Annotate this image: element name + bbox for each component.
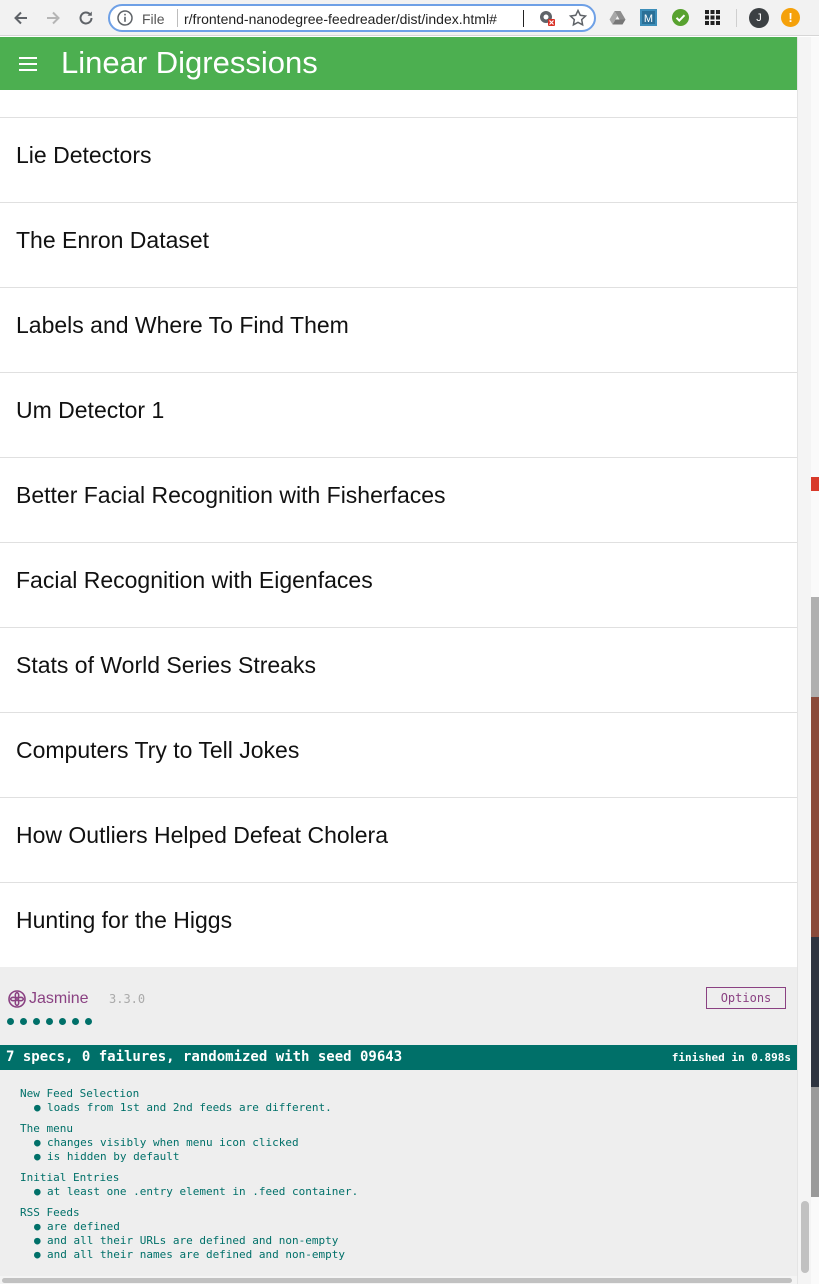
spec-item[interactable]: and all their names are defined and non-… bbox=[20, 1248, 780, 1262]
spec-item[interactable]: at least one .entry element in .feed con… bbox=[20, 1185, 780, 1199]
feed-entry[interactable]: Lie Detectors bbox=[0, 117, 797, 202]
check-extension-icon[interactable] bbox=[672, 9, 689, 26]
profile-avatar[interactable]: J bbox=[749, 8, 769, 28]
spec-label: and all their URLs are defined and non-e… bbox=[47, 1234, 339, 1247]
feed-entry[interactable]: Hunting for the Higgs bbox=[0, 882, 797, 967]
url-text[interactable]: r/frontend-nanodegree-feedreader/dist/in… bbox=[184, 11, 534, 27]
feed-entry[interactable]: Um Detector 1 bbox=[0, 372, 797, 457]
suite: RSS Feeds are defined and all their URLs… bbox=[20, 1206, 780, 1262]
menu-icon[interactable] bbox=[19, 57, 37, 71]
entry-title: Labels and Where To Find Them bbox=[16, 312, 349, 338]
jasmine-logo-text: Jasmine bbox=[29, 990, 89, 1007]
feed-entry[interactable]: Better Facial Recognition with Fisherfac… bbox=[0, 457, 797, 542]
spec-label: are defined bbox=[47, 1220, 120, 1233]
background-window bbox=[811, 37, 819, 1284]
spec-label: and all their names are defined and non-… bbox=[47, 1248, 346, 1261]
entry-title: Lie Detectors bbox=[16, 142, 152, 168]
hscroll-thumb[interactable] bbox=[2, 1278, 792, 1283]
apps-grid-icon[interactable] bbox=[704, 9, 721, 26]
address-bar[interactable]: File r/frontend-nanodegree-feedreader/di… bbox=[108, 4, 596, 32]
feed-entry[interactable]: How Outliers Helped Defeat Cholera bbox=[0, 797, 797, 882]
text-cursor bbox=[523, 10, 524, 27]
toolbar-divider bbox=[736, 9, 737, 27]
results-list: New Feed Selection loads from 1st and 2n… bbox=[20, 1087, 780, 1269]
spec-item[interactable]: is hidden by default bbox=[20, 1150, 780, 1164]
feed-entry[interactable]: The Enron Dataset bbox=[0, 202, 797, 287]
jasmine-version: 3.3.0 bbox=[109, 992, 146, 1006]
summary-bar: 7 specs, 0 failures, randomized with see… bbox=[0, 1045, 797, 1070]
suite: Initial Entries at least one .entry elem… bbox=[20, 1171, 780, 1199]
options-button[interactable]: Options bbox=[706, 987, 786, 1009]
spec-item[interactable]: loads from 1st and 2nd feeds are differe… bbox=[20, 1101, 780, 1115]
update-alert-icon[interactable]: ! bbox=[781, 8, 800, 27]
spec-item[interactable]: are defined bbox=[20, 1220, 780, 1234]
header-title: Linear Digressions bbox=[61, 45, 318, 80]
entry-title: Hunting for the Higgs bbox=[16, 907, 233, 933]
spec-item[interactable]: changes visibly when menu icon clicked bbox=[20, 1136, 780, 1150]
reload-icon[interactable] bbox=[75, 7, 97, 29]
entry-title: Um Detector 1 bbox=[16, 397, 165, 423]
spec-label: is hidden by default bbox=[47, 1150, 180, 1163]
app-header: Linear Digressions bbox=[0, 37, 797, 90]
spec-label: loads from 1st and 2nd feeds are differe… bbox=[47, 1101, 332, 1114]
passed-spec-dot[interactable] bbox=[46, 1018, 53, 1025]
passed-spec-dot[interactable] bbox=[7, 1018, 14, 1025]
suite-title[interactable]: Initial Entries bbox=[20, 1171, 780, 1185]
entry-title: Better Facial Recognition with Fisherfac… bbox=[16, 482, 446, 508]
spec-label: at least one .entry element in .feed con… bbox=[47, 1185, 359, 1198]
entry-title: How Outliers Helped Defeat Cholera bbox=[16, 822, 389, 848]
url-scheme-label: File bbox=[142, 11, 165, 27]
browser-toolbar: File r/frontend-nanodegree-feedreader/di… bbox=[0, 0, 819, 36]
background-block bbox=[811, 1087, 819, 1197]
jasmine-reporter: Jasmine 3.3.0 Options 7 specs, 0 failure… bbox=[0, 967, 797, 1284]
m-extension-icon[interactable]: M bbox=[640, 9, 657, 26]
suite-title[interactable]: New Feed Selection bbox=[20, 1087, 780, 1101]
background-block bbox=[811, 477, 819, 491]
scroll-thumb[interactable] bbox=[801, 1201, 809, 1273]
background-block bbox=[811, 937, 819, 1087]
entry-title: Stats of World Series Streaks bbox=[16, 652, 316, 678]
info-icon[interactable] bbox=[116, 9, 134, 27]
passed-spec-dot[interactable] bbox=[59, 1018, 66, 1025]
bookmark-star-icon[interactable] bbox=[568, 8, 588, 28]
passed-spec-dot[interactable] bbox=[33, 1018, 40, 1025]
drive-icon[interactable] bbox=[609, 9, 626, 26]
feed-entry[interactable]: Computers Try to Tell Jokes bbox=[0, 712, 797, 797]
translate-blocked-icon[interactable] bbox=[538, 9, 556, 27]
feed-container: Lie Detectors The Enron Dataset Labels a… bbox=[0, 90, 797, 967]
passed-spec-dot[interactable] bbox=[72, 1018, 79, 1025]
url-divider bbox=[177, 9, 178, 27]
background-block bbox=[811, 597, 819, 707]
background-block bbox=[811, 697, 819, 937]
suite-title[interactable]: The menu bbox=[20, 1122, 780, 1136]
entry-title: Facial Recognition with Eigenfaces bbox=[16, 567, 373, 593]
vertical-scrollbar[interactable] bbox=[797, 37, 811, 1284]
jasmine-flower-icon bbox=[8, 990, 26, 1008]
feed-entry[interactable]: Stats of World Series Streaks bbox=[0, 627, 797, 712]
suite-title[interactable]: RSS Feeds bbox=[20, 1206, 780, 1220]
spec-item[interactable]: and all their URLs are defined and non-e… bbox=[20, 1234, 780, 1248]
passed-spec-dot[interactable] bbox=[85, 1018, 92, 1025]
forward-arrow-icon[interactable] bbox=[42, 7, 64, 29]
suite: The menu changes visibly when menu icon … bbox=[20, 1122, 780, 1164]
entry-title: Computers Try to Tell Jokes bbox=[16, 737, 300, 763]
back-arrow-icon[interactable] bbox=[10, 7, 32, 29]
entry-title: The Enron Dataset bbox=[16, 227, 210, 253]
passed-spec-dot[interactable] bbox=[20, 1018, 27, 1025]
summary-text: 7 specs, 0 failures, randomized with see… bbox=[6, 1049, 403, 1065]
feed-entry[interactable]: Labels and Where To Find Them bbox=[0, 287, 797, 372]
horizontal-scrollbar[interactable] bbox=[0, 1276, 797, 1284]
spec-label: changes visibly when menu icon clicked bbox=[47, 1136, 299, 1149]
summary-duration: finished in 0.898s bbox=[671, 1051, 791, 1064]
feed-entry[interactable]: Facial Recognition with Eigenfaces bbox=[0, 542, 797, 627]
suite: New Feed Selection loads from 1st and 2n… bbox=[20, 1087, 780, 1115]
svg-text:M: M bbox=[644, 13, 653, 25]
